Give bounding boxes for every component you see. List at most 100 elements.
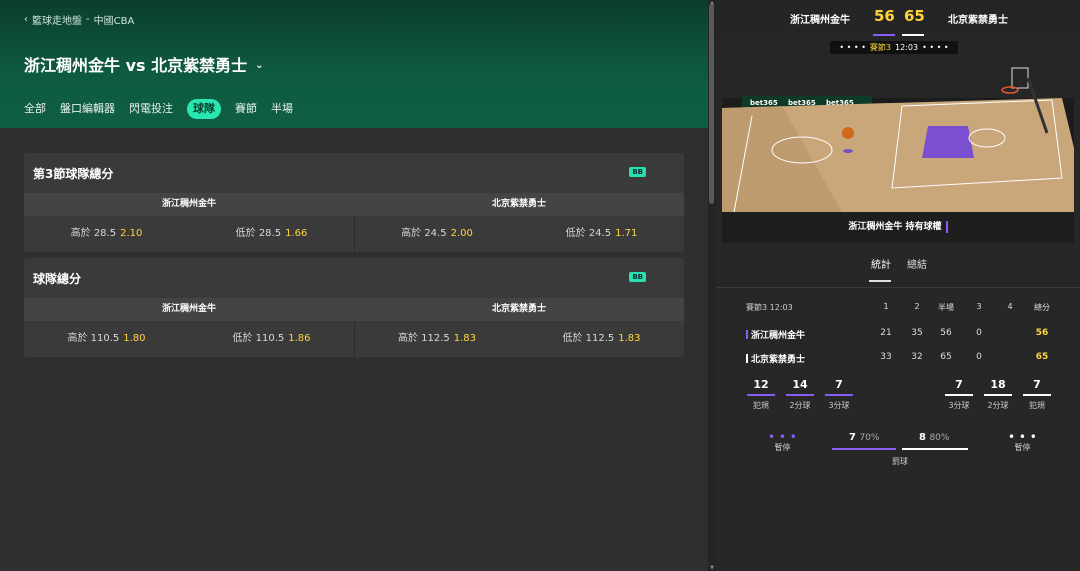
stat-bar bbox=[945, 394, 973, 396]
away-stat-3pt: 7 3分球 bbox=[944, 378, 974, 411]
tab-stats[interactable]: 統計 bbox=[871, 256, 891, 271]
odds-price: 1.83 bbox=[618, 333, 641, 344]
scoreboard-away-team: 北京紫禁勇士 bbox=[948, 15, 1008, 26]
away-stat-fouls: 7 犯規 bbox=[1022, 378, 1052, 411]
stat-label: 2分球 bbox=[789, 401, 811, 410]
table-cell: 33 bbox=[880, 352, 892, 362]
odds-button[interactable]: 高於 28.5 2.10 bbox=[24, 216, 189, 252]
market-title[interactable]: 球隊總分 bbox=[33, 270, 81, 287]
stat-bar bbox=[825, 394, 853, 396]
column-header: 半場 bbox=[938, 303, 954, 312]
stat-bar bbox=[1023, 394, 1051, 396]
tab-team[interactable]: 球隊 bbox=[187, 99, 221, 119]
odds-button[interactable]: 高於 110.5 1.80 bbox=[24, 321, 189, 357]
breadcrumb-league[interactable]: 中國CBA bbox=[94, 12, 135, 27]
table-row: 北京紫禁勇士 33 32 65 0 65 bbox=[746, 348, 1056, 372]
ft-pct: 70% bbox=[859, 433, 880, 443]
box-score-period: 賽節3 12:03 bbox=[746, 302, 793, 313]
match-header: ‹ 籃球走地盤 - 中國CBA 浙江稠州金牛 vs 北京紫禁勇士 ⌄ 全部 盤口… bbox=[0, 0, 708, 128]
tab-summary[interactable]: 總結 bbox=[907, 256, 927, 271]
scoreboard-away-score: 65 bbox=[904, 7, 925, 25]
match-title-text[interactable]: 浙江稠州金牛 vs 北京紫禁勇士 bbox=[24, 52, 247, 76]
stat-value: 12 bbox=[753, 378, 769, 391]
table-cell: 32 bbox=[911, 352, 923, 362]
odds-button[interactable]: 低於 28.5 1.66 bbox=[189, 216, 354, 252]
possession-text: 浙江稠州金牛 持有球權 bbox=[848, 222, 942, 232]
odds-price: 1.66 bbox=[285, 228, 308, 239]
scroll-down-arrow-icon[interactable]: ▼ bbox=[708, 565, 716, 571]
odds-price: 2.00 bbox=[450, 228, 473, 239]
tab-flash-bet[interactable]: 閃電投注 bbox=[129, 99, 173, 119]
box-score-header: 賽節3 12:03 1 2 半場 3 4 總分 bbox=[746, 300, 1056, 324]
odds-button[interactable]: 高於 112.5 1.83 bbox=[354, 321, 519, 357]
table-cell-total: 56 bbox=[1035, 328, 1049, 338]
box-team-name: 浙江稠州金牛 bbox=[746, 328, 805, 341]
box-team-label: 浙江稠州金牛 bbox=[751, 331, 806, 341]
scrollbar[interactable]: ▲ ▼ bbox=[708, 0, 716, 571]
odds-label: 高於 112.5 bbox=[397, 333, 450, 344]
market-card-header[interactable]: 第3節球隊總分 BB bbox=[24, 153, 684, 193]
odds-label: 低於 28.5 bbox=[235, 228, 282, 239]
divider bbox=[716, 287, 1080, 288]
table-cell: 65 bbox=[940, 352, 952, 362]
breadcrumb-separator: - bbox=[86, 14, 90, 25]
table-cell: 21 bbox=[880, 328, 892, 338]
away-timeouts: • • • 暫停 bbox=[1008, 430, 1037, 453]
timeout-dots-icon: • • • bbox=[768, 430, 797, 444]
tab-all[interactable]: 全部 bbox=[24, 99, 46, 119]
odds-label: 低於 24.5 bbox=[565, 228, 612, 239]
game-clock: 12:03 bbox=[895, 43, 919, 52]
period-label: 賽節3 bbox=[869, 43, 892, 52]
odds-price: 2.10 bbox=[120, 228, 143, 239]
box-score-clock: 12:03 bbox=[769, 303, 793, 312]
away-timeout-dots-icon: • • • • bbox=[922, 43, 949, 52]
team-header-row: 浙江稠州金牛 北京紫禁勇士 bbox=[24, 298, 684, 321]
back-chevron-icon[interactable]: ‹ bbox=[24, 14, 28, 25]
home-free-throws: 7 70% bbox=[849, 432, 879, 443]
odds-button[interactable]: 低於 24.5 1.71 bbox=[519, 216, 684, 252]
away-free-throws: 8 80% bbox=[919, 432, 949, 443]
away-stat-2pt: 18 2分球 bbox=[983, 378, 1013, 411]
scroll-thumb[interactable] bbox=[709, 4, 714, 204]
ft-pct: 80% bbox=[929, 433, 950, 443]
stat-bar bbox=[747, 394, 775, 396]
timeout-dots-icon: • • • bbox=[1008, 430, 1037, 444]
stat-label: 2分球 bbox=[987, 401, 1009, 410]
column-header: 2 bbox=[914, 302, 920, 311]
chevron-down-icon[interactable]: ⌄ bbox=[255, 60, 263, 71]
odds-button[interactable]: 低於 112.5 1.83 bbox=[519, 321, 684, 357]
match-animation: bet365 bet365 bet365 • • • • 賽節3 12:03 •… bbox=[722, 38, 1074, 243]
stat-value: 7 bbox=[835, 378, 843, 391]
odds-button[interactable]: 高於 24.5 2.00 bbox=[354, 216, 519, 252]
market-title[interactable]: 第3節球隊總分 bbox=[33, 165, 113, 182]
home-color-indicator bbox=[873, 34, 895, 36]
stat-label: 犯規 bbox=[1029, 401, 1045, 410]
sponsor-board: bet365 bbox=[750, 99, 778, 107]
team-header-row: 浙江稠州金牛 北京紫禁勇士 bbox=[24, 193, 684, 216]
odds-label: 高於 110.5 bbox=[67, 333, 120, 344]
breadcrumb-sport[interactable]: 籃球走地盤 bbox=[32, 12, 82, 27]
team-color-marker bbox=[746, 330, 748, 339]
match-title[interactable]: 浙江稠州金牛 vs 北京紫禁勇士 ⌄ bbox=[24, 52, 264, 76]
breadcrumb[interactable]: ‹ 籃球走地盤 - 中國CBA bbox=[24, 12, 134, 27]
stats-tabs: 統計 總結 bbox=[716, 252, 1080, 284]
box-score-period-label: 賽節3 bbox=[746, 303, 768, 312]
home-ft-bar bbox=[832, 448, 896, 450]
stat-bar bbox=[984, 394, 1012, 396]
tab-bet-builder[interactable]: 盤口編輯器 bbox=[60, 99, 115, 119]
tab-half[interactable]: 半場 bbox=[271, 99, 293, 119]
market-card-header[interactable]: 球隊總分 BB bbox=[24, 258, 684, 298]
odds-button[interactable]: 低於 110.5 1.86 bbox=[189, 321, 354, 357]
away-color-indicator bbox=[902, 34, 924, 36]
stat-label: 犯規 bbox=[753, 401, 769, 410]
home-stat-fouls: 12 犯規 bbox=[746, 378, 776, 411]
market-card-team-total: 球隊總分 BB 浙江稠州金牛 北京紫禁勇士 高於 110.5 1.80 低於 11… bbox=[24, 258, 684, 357]
tab-quarter[interactable]: 賽節 bbox=[235, 99, 257, 119]
team-name-away: 北京紫禁勇士 bbox=[491, 199, 546, 209]
possession-indicator bbox=[945, 220, 948, 233]
table-cell: 35 bbox=[911, 328, 923, 338]
stat-label: 3分球 bbox=[828, 401, 850, 410]
free-throw-bar bbox=[832, 448, 968, 450]
team-name-home: 浙江稠州金牛 bbox=[161, 199, 216, 209]
odds-price: 1.71 bbox=[615, 228, 638, 239]
